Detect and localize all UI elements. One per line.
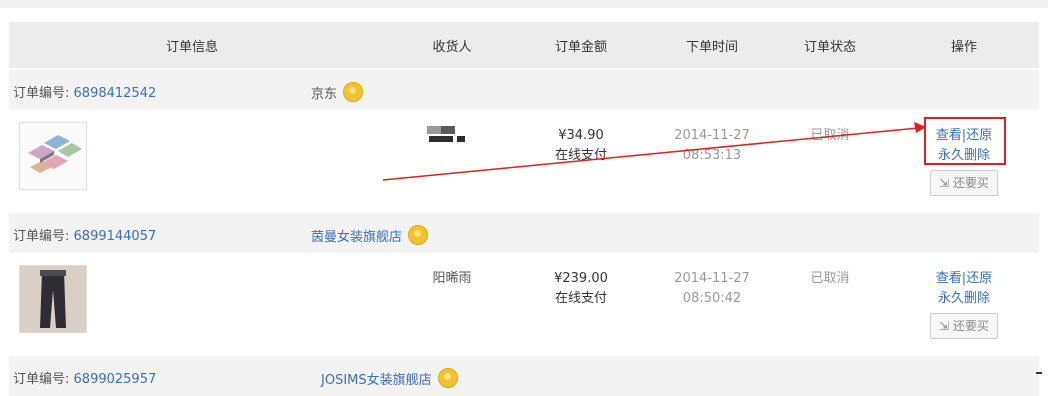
corner-mark [1036,372,1042,374]
annotation-arrow [382,122,926,181]
